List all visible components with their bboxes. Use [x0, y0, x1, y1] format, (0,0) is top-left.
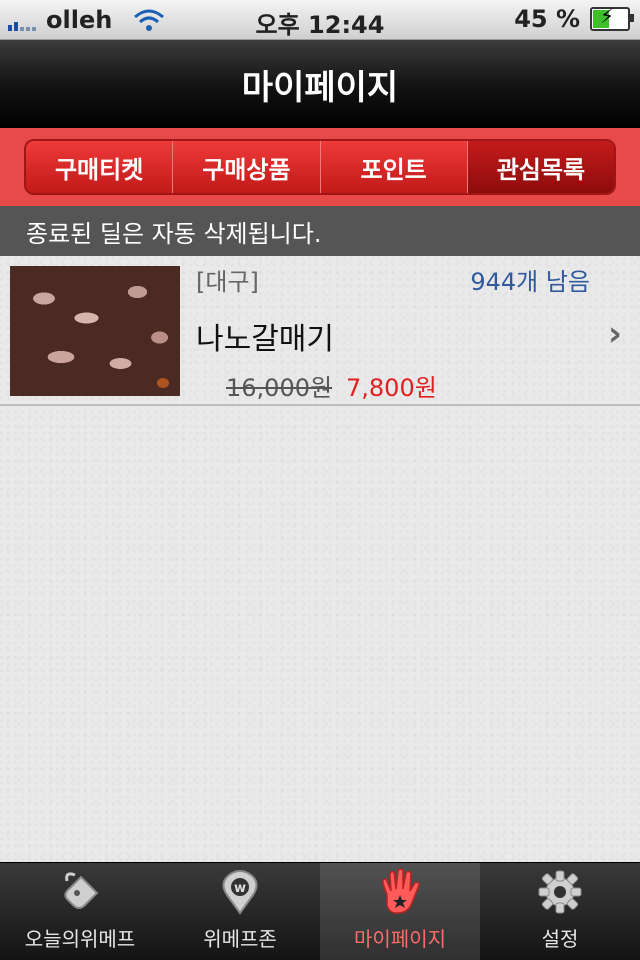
battery-percent: 45 %: [514, 5, 580, 33]
tab-today[interactable]: 오늘의위메프: [0, 863, 160, 960]
content-area: [대구] 944개 남음 나노갈매기 16,000원 7,800원 ›: [0, 256, 640, 862]
segment-purchase-products[interactable]: 구매상품: [173, 141, 321, 193]
list-item[interactable]: [대구] 944개 남음 나노갈매기 16,000원 7,800원 ›: [0, 256, 640, 406]
notice-text: 종료된 딜은 자동 삭제됩니다.: [26, 219, 322, 248]
item-original-price: 16,000원: [226, 374, 333, 402]
tab-settings[interactable]: 설정: [480, 863, 640, 960]
item-sale-price: 7,800원: [346, 374, 437, 402]
tab-bar: 오늘의위메프 w 위메프존 마이페이지 설정: [0, 862, 640, 960]
tab-label: 위메프존: [203, 927, 277, 951]
product-thumbnail: [10, 266, 180, 396]
segment-bar: 구매티켓 구매상품 포인트 관심목록: [0, 128, 640, 206]
hand-star-icon: [382, 868, 420, 914]
item-name: 나노갈매기: [196, 322, 334, 357]
battery-icon: ⚡: [590, 6, 634, 31]
tab-label: 오늘의위메프: [24, 927, 136, 951]
tag-icon: [64, 872, 99, 909]
page-title: 마이페이지: [241, 67, 399, 108]
tab-label: 설정: [541, 927, 579, 951]
segment-purchase-tickets[interactable]: 구매티켓: [26, 141, 174, 193]
notice-banner: 종료된 딜은 자동 삭제됩니다.: [0, 206, 640, 256]
status-right: 45 % ⚡: [514, 5, 634, 33]
tab-label: 마이페이지: [354, 927, 446, 951]
status-bar: olleh 오후 12:44 45 % ⚡: [0, 0, 640, 40]
chevron-right-icon: ›: [607, 314, 622, 354]
segment-points[interactable]: 포인트: [320, 141, 468, 193]
map-pin-w-icon: w: [222, 870, 258, 915]
nav-bar: 마이페이지: [0, 40, 640, 128]
svg-text:w: w: [234, 881, 246, 896]
item-region: [대구]: [196, 268, 259, 296]
item-remaining: 944개 남음: [470, 268, 590, 296]
segment-wishlist[interactable]: 관심목록: [467, 141, 614, 193]
tab-wemakeprice-zone[interactable]: w 위메프존: [160, 863, 320, 960]
gear-icon: [538, 870, 582, 914]
segmented-control: 구매티켓 구매상품 포인트 관심목록: [24, 139, 616, 195]
tab-mypage[interactable]: 마이페이지: [320, 863, 480, 960]
